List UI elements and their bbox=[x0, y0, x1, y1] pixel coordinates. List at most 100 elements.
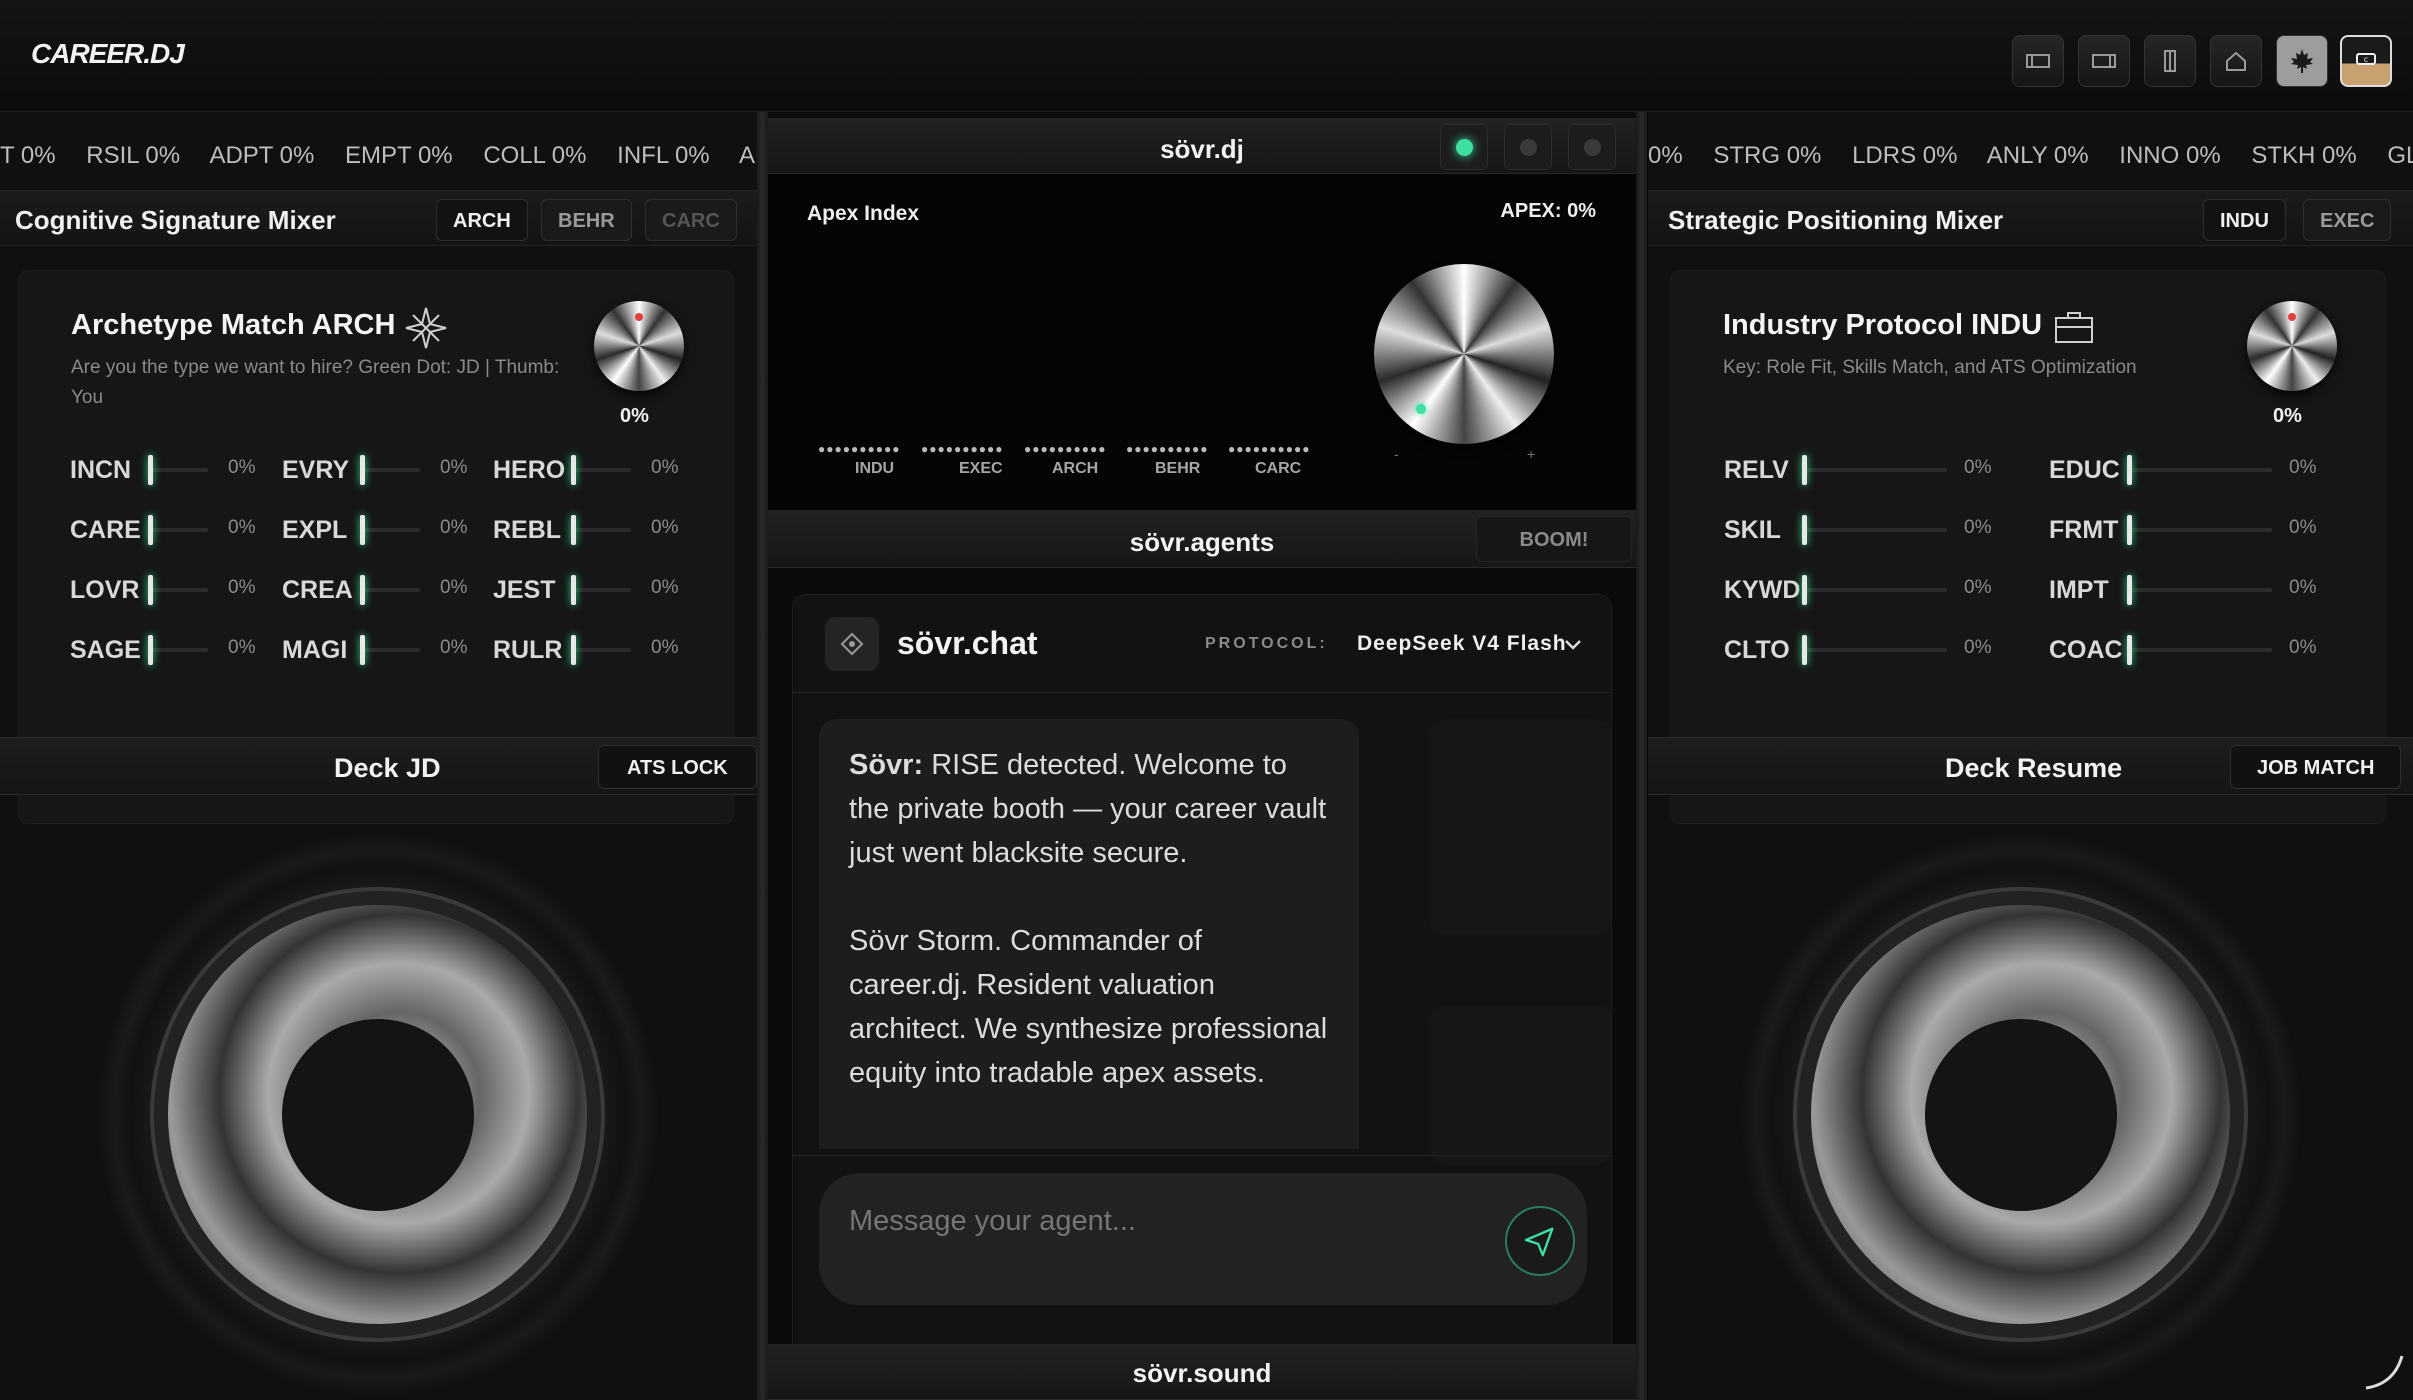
region-button[interactable] bbox=[2276, 35, 2328, 87]
fader-track[interactable] bbox=[360, 648, 420, 652]
fader-track[interactable] bbox=[2127, 648, 2272, 652]
status-led-1[interactable] bbox=[1440, 124, 1488, 170]
apex-knob[interactable] bbox=[1374, 264, 1554, 444]
tab-arch[interactable]: ARCH bbox=[436, 199, 528, 241]
fader-thumb[interactable] bbox=[571, 575, 576, 605]
fader-thumb[interactable] bbox=[571, 455, 576, 485]
message-input[interactable] bbox=[849, 1199, 1489, 1243]
left-panel: T 0% RSIL 0% ADPT 0% EMPT 0% COLL 0% INF… bbox=[0, 112, 757, 1400]
fader-track[interactable] bbox=[360, 528, 420, 532]
profile-button[interactable]: c bbox=[2340, 35, 2392, 87]
fader-thumb[interactable] bbox=[571, 635, 576, 665]
fader-track[interactable] bbox=[1802, 468, 1947, 472]
fader-thumb[interactable] bbox=[1802, 635, 1807, 665]
layout-right-button[interactable] bbox=[2078, 35, 2130, 87]
fader-track[interactable] bbox=[2127, 468, 2272, 472]
fader-track[interactable] bbox=[571, 648, 631, 652]
protocol-select[interactable]: DeepSeek V4 Flash bbox=[1357, 632, 1567, 656]
mixer-title: Cognitive Signature Mixer bbox=[15, 205, 336, 235]
fader-thumb[interactable] bbox=[2127, 455, 2132, 485]
layout-split-button[interactable] bbox=[2144, 35, 2196, 87]
fader-track[interactable] bbox=[2127, 588, 2272, 592]
deck-jd-speaker[interactable] bbox=[95, 832, 660, 1397]
fader-track[interactable] bbox=[1802, 648, 1947, 652]
fader-thumb[interactable] bbox=[360, 515, 365, 545]
column-divider[interactable] bbox=[757, 112, 768, 1400]
deck-resume-speaker[interactable] bbox=[1738, 832, 2303, 1397]
fader-hero: HERO 0% bbox=[493, 452, 691, 488]
fader-value: 0% bbox=[1964, 577, 1992, 598]
ticker-item: INFL 0% bbox=[617, 142, 710, 169]
fader-thumb[interactable] bbox=[571, 515, 576, 545]
home-button[interactable] bbox=[2210, 35, 2262, 87]
deck-jd-header: Deck JD ATS LOCK bbox=[0, 737, 757, 795]
column-divider[interactable] bbox=[1636, 112, 1647, 1400]
fader-track[interactable] bbox=[360, 468, 420, 472]
indu-knob[interactable] bbox=[2247, 301, 2337, 391]
fader-thumb[interactable] bbox=[360, 635, 365, 665]
app-logo[interactable]: CAREER.DJ bbox=[31, 38, 185, 70]
fader-track[interactable] bbox=[360, 588, 420, 592]
fader-label: RELV bbox=[1724, 455, 1789, 484]
fader-thumb[interactable] bbox=[2127, 635, 2132, 665]
fader-thumb[interactable] bbox=[360, 455, 365, 485]
right-ticker: 0% STRG 0% LDRS 0% ANLY 0% INNO 0% STKH … bbox=[1648, 142, 2413, 182]
home-icon bbox=[2226, 51, 2246, 71]
arch-knob[interactable] bbox=[594, 301, 684, 391]
fader-label: SKIL bbox=[1724, 515, 1781, 544]
profile-icon: c bbox=[2356, 53, 2376, 65]
top-bar: CAREER.DJ c bbox=[0, 0, 2413, 112]
fader-thumb[interactable] bbox=[148, 635, 153, 665]
fader-thumb[interactable] bbox=[1802, 455, 1807, 485]
chat-input-divider bbox=[793, 1155, 1611, 1156]
fader-track[interactable] bbox=[571, 468, 631, 472]
tab-behr[interactable]: BEHR bbox=[541, 199, 632, 241]
fader-thumb[interactable] bbox=[360, 575, 365, 605]
deck-title: Deck Resume bbox=[1945, 753, 2123, 783]
fader-track[interactable] bbox=[148, 648, 208, 652]
fader-thumb[interactable] bbox=[2127, 575, 2132, 605]
fader-incn: INCN 0% bbox=[70, 452, 268, 488]
send-button[interactable] bbox=[1505, 1206, 1575, 1276]
status-led-2[interactable] bbox=[1504, 124, 1552, 170]
tab-exec[interactable]: EXEC bbox=[2303, 199, 2392, 241]
layout-left-button[interactable] bbox=[2012, 35, 2064, 87]
fader-thumb[interactable] bbox=[148, 455, 153, 485]
fader-impt: IMPT 0% bbox=[2049, 572, 2329, 608]
ticker-item: T 0% bbox=[0, 142, 56, 169]
protocol-label: PROTOCOL: bbox=[1205, 635, 1328, 652]
fader-value: 0% bbox=[651, 637, 679, 658]
fader-thumb[interactable] bbox=[1802, 515, 1807, 545]
fader-thumb[interactable] bbox=[2127, 515, 2132, 545]
agent-message: Sövr: RISE detected. Welcome to the priv… bbox=[819, 719, 1359, 1149]
fader-track[interactable] bbox=[1802, 588, 1947, 592]
fader-thumb[interactable] bbox=[148, 515, 153, 545]
job-match-button[interactable]: JOB MATCH bbox=[2230, 745, 2402, 789]
fader-value: 0% bbox=[651, 517, 679, 538]
fader-rebl: REBL 0% bbox=[493, 512, 691, 548]
fader-track[interactable] bbox=[148, 528, 208, 532]
resize-handle-icon[interactable] bbox=[2358, 1344, 2408, 1394]
ats-lock-button[interactable]: ATS LOCK bbox=[598, 745, 757, 789]
tab-indu[interactable]: INDU bbox=[2203, 199, 2286, 241]
fader-track[interactable] bbox=[2127, 528, 2272, 532]
fader-track[interactable] bbox=[148, 468, 208, 472]
ticker-item: ANLY 0% bbox=[1986, 142, 2089, 169]
chevron-down-icon[interactable] bbox=[1561, 633, 1585, 657]
status-led-3[interactable] bbox=[1568, 124, 1616, 170]
sound-title: sövr.sound bbox=[1132, 1358, 1272, 1388]
maple-leaf-icon bbox=[2291, 49, 2313, 73]
fader-track[interactable] bbox=[1802, 528, 1947, 532]
knob-indicator bbox=[2288, 313, 2296, 321]
fader-track[interactable] bbox=[571, 588, 631, 592]
boom-button[interactable]: BOOM! bbox=[1476, 516, 1632, 562]
fader-thumb[interactable] bbox=[148, 575, 153, 605]
fader-track[interactable] bbox=[148, 588, 208, 592]
chat-agent-avatar bbox=[825, 617, 879, 671]
fader-thumb[interactable] bbox=[1802, 575, 1807, 605]
agent-card-ghost bbox=[1429, 1005, 1611, 1165]
tab-carc[interactable]: CARC bbox=[645, 199, 737, 241]
fader-track[interactable] bbox=[571, 528, 631, 532]
meter-arch: ●●●●●●●●●● bbox=[1024, 442, 1107, 456]
speaker-dustcap bbox=[282, 1019, 474, 1211]
